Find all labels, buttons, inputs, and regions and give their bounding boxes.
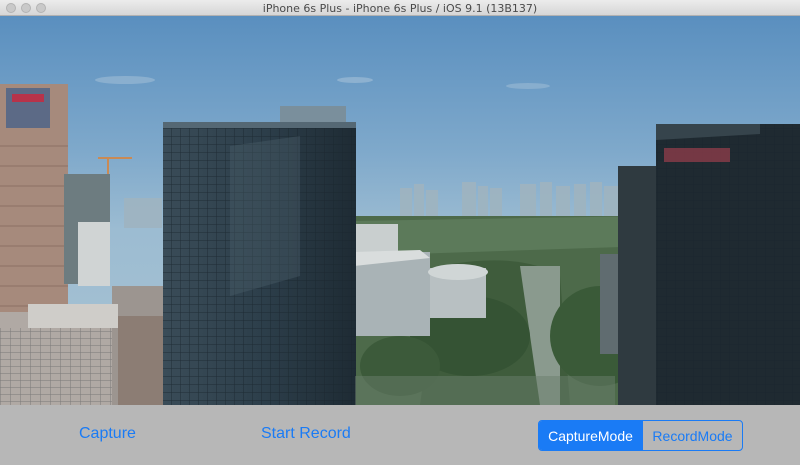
window-title: iPhone 6s Plus - iPhone 6s Plus / iOS 9.… bbox=[262, 2, 538, 15]
simulator-window: iPhone 6s Plus - iPhone 6s Plus / iOS 9.… bbox=[0, 0, 800, 465]
capture-mode-segment[interactable]: CaptureMode bbox=[539, 421, 642, 450]
title-bar[interactable]: iPhone 6s Plus - iPhone 6s Plus / iOS 9.… bbox=[0, 0, 800, 16]
mode-segmented-control: CaptureMode RecordMode bbox=[538, 420, 743, 451]
capture-button[interactable]: Capture bbox=[79, 425, 136, 443]
bottom-toolbar: Capture Start Record CaptureMode RecordM… bbox=[0, 405, 800, 465]
start-record-button[interactable]: Start Record bbox=[261, 425, 351, 443]
camera-preview bbox=[0, 16, 800, 405]
camera-preview-image bbox=[0, 16, 800, 405]
record-mode-segment[interactable]: RecordMode bbox=[642, 421, 742, 450]
